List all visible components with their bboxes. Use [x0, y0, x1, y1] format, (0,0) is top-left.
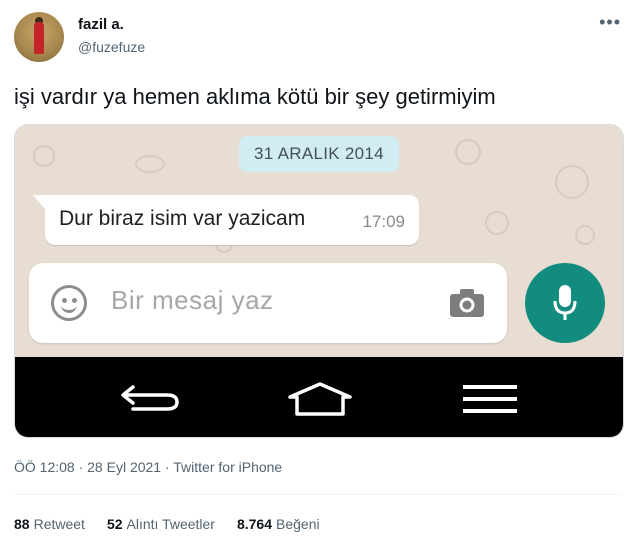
tweet-media[interactable]: 31 ARALIK 2014 Dur biraz isim var yazica…	[14, 124, 624, 438]
message-time: 17:09	[362, 212, 405, 231]
message-input[interactable]: Bir mesaj yaz	[29, 263, 507, 343]
android-nav-bar	[15, 357, 623, 437]
mic-button[interactable]	[525, 263, 605, 343]
camera-icon[interactable]	[449, 288, 485, 318]
more-horizontal-icon[interactable]: •••	[599, 12, 621, 33]
tweet-stats: 88 Retweet 52 Alıntı Tweetler 8.764 Beğeni	[14, 516, 320, 532]
quote-count[interactable]: 52 Alıntı Tweetler	[107, 516, 215, 532]
avatar[interactable]	[14, 12, 64, 62]
emoji-icon[interactable]	[51, 285, 87, 321]
message-text: Dur biraz isim var yazicam	[59, 207, 306, 230]
chat-background: 31 ARALIK 2014 Dur biraz isim var yazica…	[15, 125, 623, 357]
menu-icon[interactable]	[463, 385, 517, 413]
mic-icon	[553, 285, 577, 320]
retweet-count[interactable]: 88 Retweet	[14, 516, 85, 532]
tweet-header: fazil a. @fuzefuze •••	[14, 12, 621, 66]
back-icon[interactable]	[119, 381, 181, 415]
author-name[interactable]: fazil a.	[78, 16, 124, 33]
message-bubble: Dur biraz isim var yazicam 17:09	[33, 195, 419, 245]
tweet-text: işi vardır ya hemen aklıma kötü bir şey …	[14, 84, 496, 109]
date-label: 31 ARALIK 2014	[239, 136, 399, 172]
divider	[14, 494, 621, 495]
like-count[interactable]: 8.764 Beğeni	[237, 516, 320, 532]
tweet-timestamp[interactable]: ÖÖ 12:08 · 28 Eyl 2021 · Twitter for iPh…	[14, 459, 282, 475]
message-input-placeholder: Bir mesaj yaz	[111, 285, 274, 315]
author-handle[interactable]: @fuzefuze	[78, 39, 145, 55]
home-icon[interactable]	[287, 381, 353, 417]
